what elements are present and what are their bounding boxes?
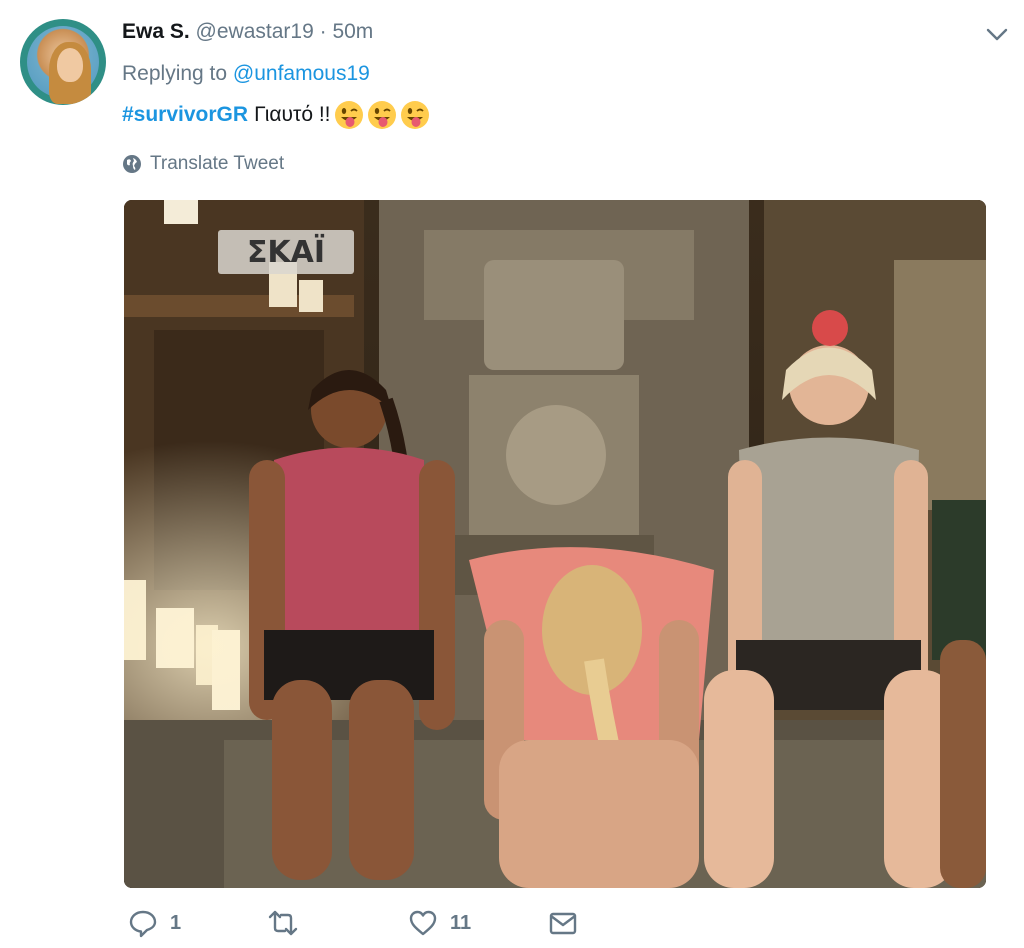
translate-tweet-link[interactable]: Translate Tweet — [122, 151, 284, 177]
winking-tongue-emoji — [367, 101, 396, 129]
reply-mention-link[interactable]: @unfamous19 — [233, 62, 370, 85]
retweet-button[interactable] — [268, 908, 310, 938]
tweet-media-image[interactable]: ΣΚΑΪ — [124, 200, 986, 888]
author-name[interactable]: Ewa S. — [122, 20, 190, 43]
replying-to: Replying to @unfamous19 — [122, 60, 370, 88]
reply-count: 1 — [170, 911, 182, 934]
media-watermark: ΣΚΑΪ — [247, 234, 325, 270]
media-photo: ΣΚΑΪ — [124, 200, 986, 888]
tweet-text: #survivorGR Γιαυτό !! — [122, 100, 430, 130]
tweet-menu-button[interactable] — [982, 22, 1012, 46]
replying-prefix: Replying to — [122, 62, 228, 85]
like-count: 11 — [450, 911, 472, 934]
tweet[interactable]: Ewa S. @ewastar19 · 50m Replying to @unf… — [0, 0, 1024, 948]
winking-tongue-emoji — [400, 101, 429, 129]
avatar-image — [27, 26, 99, 104]
direct-message-button[interactable] — [548, 908, 578, 938]
reply-button[interactable]: 1 — [128, 908, 181, 938]
author-handle[interactable]: @ewastar19 — [196, 20, 314, 43]
translate-label: Translate Tweet — [150, 153, 285, 174]
globe-icon — [123, 155, 141, 173]
tweet-header: Ewa S. @ewastar19 · 50m — [122, 18, 373, 46]
winking-tongue-emoji — [334, 101, 363, 129]
separator-dot: · — [319, 20, 327, 43]
reply-icon — [129, 910, 157, 938]
tweet-body: Γιαυτό !! — [254, 103, 331, 126]
tweet-actions: 1 11 — [122, 908, 622, 948]
heart-icon — [409, 910, 437, 936]
chevron-down-icon — [986, 28, 1008, 41]
tweet-timestamp[interactable]: 50m — [332, 20, 373, 43]
avatar[interactable] — [20, 19, 106, 105]
hashtag-link[interactable]: #survivorGR — [122, 100, 248, 130]
envelope-icon — [549, 912, 577, 935]
like-button[interactable]: 11 — [408, 908, 471, 938]
retweet-icon — [268, 910, 298, 936]
